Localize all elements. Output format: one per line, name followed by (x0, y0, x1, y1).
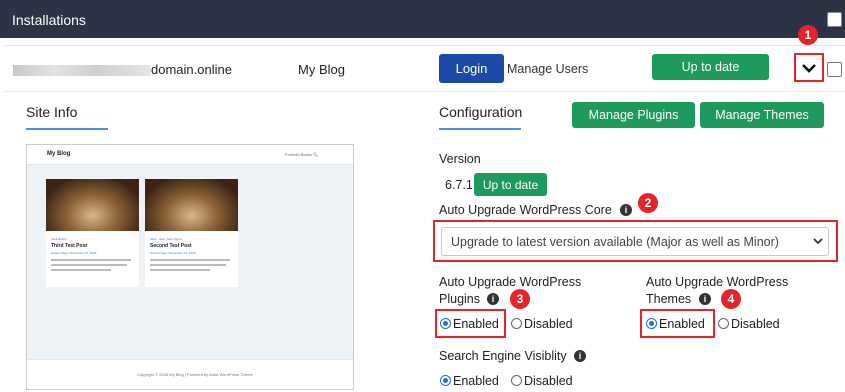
annotation-badge-4: 4 (721, 289, 741, 309)
preview-post-meta: Java Basics (51, 237, 68, 241)
select-all-checkbox[interactable] (827, 12, 842, 27)
site-info-underline (26, 128, 108, 130)
search-enabled-radio[interactable] (440, 375, 451, 386)
plugins-disabled-radio[interactable] (511, 318, 522, 329)
configuration-underline (439, 128, 521, 130)
annotation-badge-1: 1 (798, 25, 818, 45)
preview-post-date: Hosted Tags / December 27, 2026 (51, 251, 97, 255)
domain-link[interactable]: domain.online (151, 62, 232, 77)
preview-post-meta: Sites, Java, Java Topics (150, 237, 182, 241)
preview-topbar: My Blog Portfolio Books 🔍 (27, 145, 353, 165)
blurred-subdomain (13, 65, 151, 76)
site-info-heading: Site Info (26, 104, 78, 120)
preview-post-image (46, 179, 139, 231)
version-value: 6.7.1 (445, 178, 473, 192)
auto-upgrade-plugins-label: Auto Upgrade WordPress (439, 275, 582, 289)
info-icon[interactable]: i (487, 293, 499, 305)
preview-text-line (150, 259, 230, 261)
core-select-value: Upgrade to latest version available (Maj… (451, 235, 779, 249)
plugins-enabled-label: Enabled (453, 317, 499, 331)
search-disabled-radio[interactable] (511, 375, 522, 386)
preview-post-date: Hosted Tags / December 27, 2026 (150, 251, 196, 255)
themes-disabled-radio[interactable] (718, 318, 729, 329)
info-icon[interactable]: i (620, 204, 632, 216)
site-name: My Blog (298, 62, 345, 77)
site-preview-thumbnail[interactable]: My Blog Portfolio Books 🔍 Java Basics Th… (26, 144, 354, 390)
themes-enabled-label: Enabled (659, 317, 705, 331)
configuration-heading: Configuration (439, 104, 523, 120)
version-label: Version (439, 152, 481, 166)
auto-upgrade-core-label: Auto Upgrade WordPress Core (439, 203, 612, 217)
preview-post-image (145, 179, 238, 231)
expand-toggle-button[interactable] (794, 53, 824, 82)
manage-themes-button[interactable]: Manage Themes (700, 102, 824, 128)
auto-upgrade-themes-label: Auto Upgrade WordPress (646, 275, 789, 289)
auto-upgrade-core-select[interactable]: Upgrade to latest version available (Maj… (441, 227, 829, 256)
search-visibility-label: Search Engine Visiblity (439, 349, 567, 363)
annotation-badge-2: 2 (638, 193, 658, 213)
installation-row: domain.online My Blog Login Manage Users… (5, 45, 845, 92)
preview-text-line (51, 264, 127, 266)
themes-enabled-radio[interactable] (646, 318, 657, 329)
auto-upgrade-plugins-label-2: Plugins (439, 292, 480, 306)
chevron-down-icon (802, 63, 816, 73)
preview-post-card: Sites, Java, Java Topics Second Test Pos… (145, 179, 238, 287)
auto-upgrade-themes-label-2: Themes (646, 292, 692, 306)
chevron-down-icon (813, 238, 823, 245)
themes-disabled-label: Disabled (731, 317, 780, 331)
preview-text-line (51, 259, 131, 261)
preview-text-line (150, 269, 210, 271)
preview-text-line (150, 264, 226, 266)
preview-footer-text: Copyright © 2026 My Blog | Powered by As… (137, 372, 253, 377)
installations-header: Installations (0, 0, 845, 38)
preview-post-card: Java Basics Third Test Post Hosted Tags … (46, 179, 139, 287)
search-enabled-label: Enabled (453, 374, 499, 388)
preview-post-title: Second Test Post (150, 243, 192, 249)
preview-nav: Portfolio Books 🔍 (285, 152, 318, 157)
annotation-badge-3: 3 (510, 289, 530, 309)
preview-post-title: Third Test Post (51, 243, 88, 249)
search-disabled-label: Disabled (524, 374, 573, 388)
info-icon[interactable]: i (574, 350, 586, 362)
preview-text-line (51, 269, 111, 271)
header-title: Installations (12, 12, 86, 28)
login-button[interactable]: Login (439, 54, 504, 83)
preview-blog-title: My Blog (47, 151, 71, 157)
plugins-disabled-label: Disabled (524, 317, 573, 331)
row-checkbox[interactable] (827, 62, 842, 77)
version-up-to-date-button[interactable]: Up to date (474, 173, 547, 196)
manage-users-link[interactable]: Manage Users (507, 62, 588, 76)
preview-footer: Copyright © 2026 My Blog | Powered by As… (27, 359, 353, 389)
status-up-to-date-button[interactable]: Up to date (652, 54, 769, 80)
info-icon[interactable]: i (699, 293, 711, 305)
manage-plugins-button[interactable]: Manage Plugins (572, 102, 695, 128)
plugins-enabled-radio[interactable] (440, 318, 451, 329)
